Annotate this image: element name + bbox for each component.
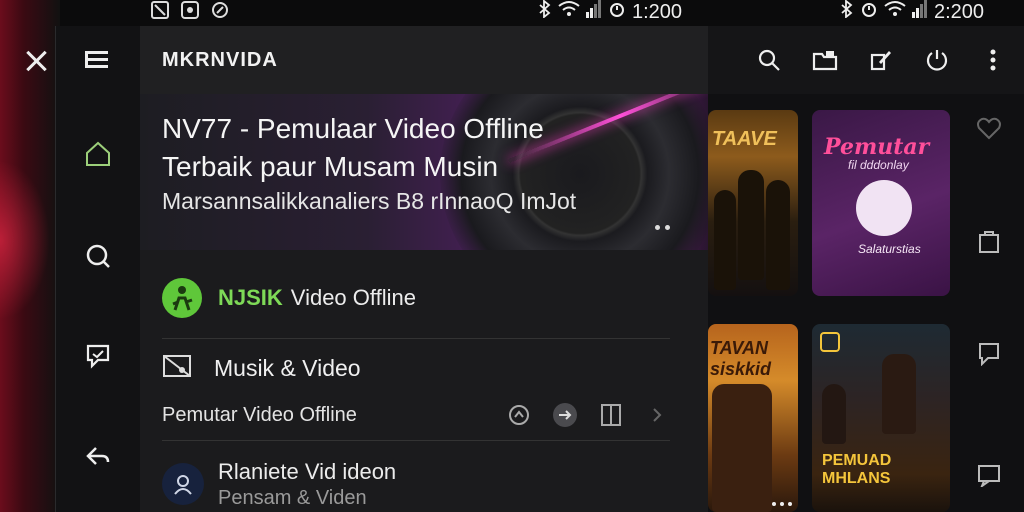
- wifi-icon: [558, 0, 580, 24]
- folder-icon[interactable]: [812, 47, 838, 73]
- music-row[interactable]: NJSIK Video Offline: [162, 270, 670, 326]
- card-footer: Salaturstias: [858, 242, 921, 256]
- signal-icon: [912, 0, 928, 24]
- navigation-drawer: MKRNVIDA NV77 - Pemulaar Video Offline T…: [140, 26, 708, 512]
- badge-icon: [820, 332, 840, 352]
- media-card[interactable]: Pemutar fil dddonlay Salaturstias: [812, 110, 950, 296]
- hero-title-line1: NV77 - Pemulaar Video Offline: [162, 113, 544, 144]
- search-icon[interactable]: [756, 47, 782, 73]
- card-pager-dots: [772, 502, 792, 506]
- alarm-icon: [860, 0, 878, 24]
- background-glow: [0, 0, 60, 512]
- divider: [162, 338, 670, 339]
- player-label: Pemutar Video Offline: [162, 403, 357, 426]
- card-title: TAAVE: [712, 128, 777, 150]
- signal-icon: [586, 0, 602, 24]
- bag-icon[interactable]: [976, 228, 1002, 254]
- media-card[interactable]: TAAVE: [708, 110, 798, 296]
- heart-icon[interactable]: [976, 115, 1002, 141]
- back-icon[interactable]: [82, 440, 114, 472]
- player-row[interactable]: Pemutar Video Offline: [162, 396, 670, 434]
- drawer-header: MKRNVIDA: [140, 26, 708, 94]
- status-clock: 1:200: [632, 0, 683, 23]
- alarm-icon: [608, 0, 626, 24]
- more-icon[interactable]: [980, 47, 1006, 73]
- hero-banner[interactable]: NV77 - Pemulaar Video Offline Terbaik pa…: [140, 94, 708, 250]
- status-bar-right: 2:200: [840, 0, 984, 24]
- search-icon[interactable]: [82, 240, 114, 272]
- home-icon[interactable]: [82, 138, 114, 170]
- card-title: Pemutar: [824, 134, 930, 160]
- card-title: TAVAN siskkid: [710, 338, 772, 379]
- content-grid: TAAVE Pemutar fil dddonlay Salaturstias …: [708, 94, 1024, 512]
- user-row[interactable]: Rlaniete Vid ideon Pensam & Viden: [162, 454, 670, 512]
- video-icon: [162, 352, 192, 385]
- divider: [162, 440, 670, 441]
- user-subtitle: Pensam & Viden: [218, 486, 367, 509]
- user-avatar: [162, 463, 204, 505]
- music-brand: NJSIK: [218, 285, 283, 310]
- card-subtitle: fil dddonlay: [848, 158, 909, 172]
- menu-icon[interactable]: [82, 44, 114, 76]
- hero-pager-dots: [655, 225, 670, 230]
- close-icon[interactable]: [22, 46, 52, 76]
- edit-icon[interactable]: [868, 47, 894, 73]
- status-clock: 2:200: [934, 0, 985, 23]
- card-title: PEMUAD MHLANS: [822, 452, 892, 487]
- bluetooth-icon: [840, 0, 854, 24]
- nav-rail: [55, 26, 140, 512]
- musik-video-label: Musik & Video: [214, 354, 361, 381]
- panel-icon[interactable]: [598, 402, 624, 428]
- bluetooth-icon: [538, 0, 552, 24]
- power-icon[interactable]: [924, 47, 950, 73]
- app-title: MKRNVIDA: [162, 48, 278, 71]
- hero-subtitle: Marsannsalikkanaliers B8 rInnaoQ ImJot: [162, 188, 577, 214]
- settings-icon: [210, 0, 230, 25]
- user-name: Rlaniete Vid ideon: [218, 458, 397, 484]
- media-card[interactable]: TAVAN siskkid: [708, 324, 798, 512]
- app-icon: [180, 0, 200, 25]
- message-icon[interactable]: [976, 462, 1002, 488]
- wifi-icon: [884, 0, 906, 24]
- notification-icon: [150, 0, 170, 25]
- hero-title-line2: Terbaik paur Musam Musin: [162, 151, 499, 182]
- disc-icon: [856, 180, 912, 236]
- musik-video-row[interactable]: Musik & Video: [162, 344, 670, 392]
- chat-icon[interactable]: [82, 340, 114, 372]
- top-toolbar: [708, 26, 1024, 94]
- status-bar-middle: 1:200: [538, 0, 682, 24]
- forward-icon[interactable]: [552, 402, 578, 428]
- bubble-icon[interactable]: [976, 340, 1002, 366]
- share-icon[interactable]: [506, 402, 532, 428]
- chevron-right-icon[interactable]: [644, 402, 670, 428]
- music-avatar-icon: [162, 278, 202, 318]
- media-card[interactable]: PEMUAD MHLANS: [812, 324, 950, 512]
- music-label: Video Offline: [290, 285, 416, 310]
- status-bar-left: [150, 0, 230, 24]
